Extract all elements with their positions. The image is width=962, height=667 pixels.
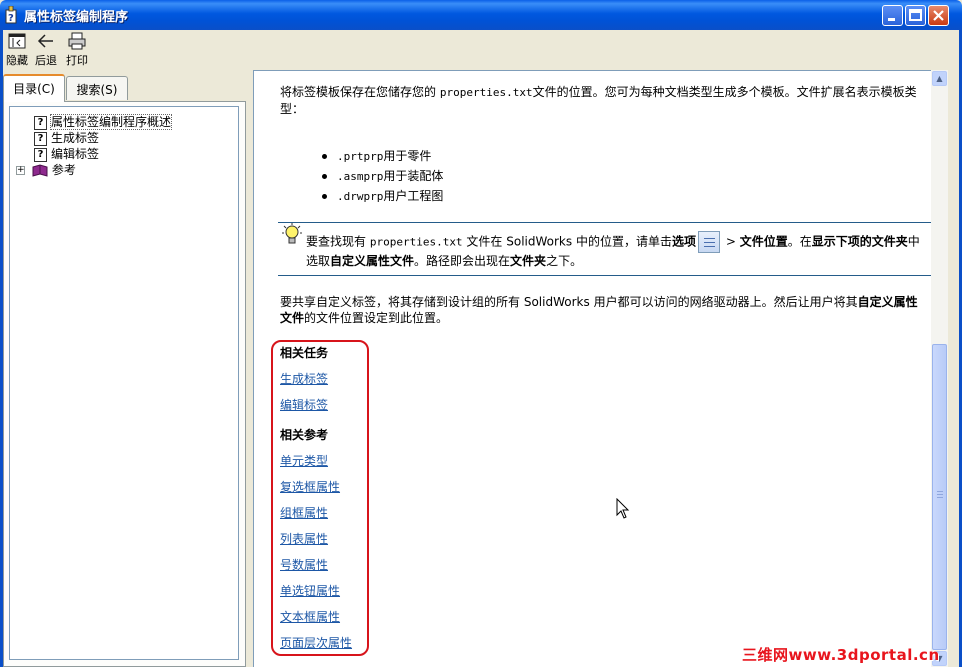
window-title: 属性标签编制程序 [24, 10, 129, 25]
help-page-icon: ? [34, 147, 47, 162]
hide-button[interactable]: 隐藏 [1, 32, 33, 68]
book-icon [32, 164, 48, 177]
tree-item-reference[interactable]: + 参考 [16, 162, 76, 178]
bullet-icon [322, 154, 327, 159]
tab-search-label: 搜索(S) [76, 83, 118, 97]
printer-icon [68, 32, 86, 50]
link-cell-type[interactable]: 单元类型 [280, 452, 328, 469]
link-create-tag[interactable]: 生成标签 [280, 370, 328, 387]
link-groupbox-props[interactable]: 组框属性 [280, 504, 328, 521]
tip-note: 要查找现有 properties.txt 文件在 SolidWorks 中的位置… [306, 231, 930, 269]
link-number-props[interactable]: 号数属性 [280, 556, 328, 573]
pane-splitter[interactable] [246, 70, 253, 667]
share-paragraph: 要共享自定义标签，将其存储到设计组的所有 SolidWorks 用户都可以访问的… [280, 295, 918, 325]
tree-panel: ? 属性标签编制程序概述 ? 生成标签 ? 编辑标签 + 参考 [3, 101, 246, 667]
mouse-cursor-icon [616, 498, 630, 519]
scroll-thumb[interactable] [932, 344, 947, 650]
contents-tree[interactable]: ? 属性标签编制程序概述 ? 生成标签 ? 编辑标签 + 参考 [9, 106, 239, 660]
help-page-icon: ? [34, 131, 47, 146]
close-icon [933, 10, 944, 21]
print-button[interactable]: 打印 [61, 32, 93, 68]
tree-item-label: 参考 [51, 163, 76, 177]
toolbar: 隐藏 后退 打印 [3, 30, 959, 70]
close-button[interactable] [928, 5, 949, 26]
link-checkbox-props[interactable]: 复选框属性 [280, 478, 340, 495]
maximize-button[interactable] [905, 5, 926, 26]
bullet-icon [322, 174, 327, 179]
list-item: .asmprp用于装配体 [322, 168, 443, 185]
tree-item-label: 编辑标签 [51, 147, 100, 161]
site-watermark: 三维网www.3dportal.cn [742, 646, 940, 664]
tree-item-create-tag[interactable]: ? 生成标签 [34, 130, 99, 146]
options-icon [697, 231, 720, 253]
help-app-icon: ? [5, 6, 17, 24]
link-radio-props[interactable]: 单选钮属性 [280, 582, 340, 599]
related-tasks-heading: 相关任务 [280, 346, 329, 360]
maximize-icon [909, 9, 922, 21]
related-refs-heading: 相关参考 [280, 428, 329, 442]
minimize-icon [888, 18, 895, 21]
tab-contents[interactable]: 目录(C) [3, 74, 65, 102]
link-edit-tag[interactable]: 编辑标签 [280, 396, 328, 413]
print-label: 打印 [66, 54, 88, 67]
properties-filename: properties.txt [439, 86, 533, 99]
hide-pane-icon [8, 33, 26, 49]
tree-item-overview[interactable]: ? 属性标签编制程序概述 [34, 114, 173, 130]
title-bar[interactable]: ? 属性标签编制程序 [0, 0, 962, 30]
note-divider-bottom [278, 275, 932, 276]
list-item: .drwprp用户工程图 [322, 188, 443, 205]
svg-text:?: ? [8, 13, 14, 24]
topic-content: 将标签模板保存在您储存您的 properties.txt文件的位置。您可为每种文… [253, 70, 932, 667]
back-arrow-icon [37, 34, 53, 48]
hide-label: 隐藏 [6, 54, 28, 67]
content-scrollbar[interactable]: ▲ ▼ [931, 70, 948, 667]
tab-search[interactable]: 搜索(S) [66, 76, 128, 100]
bullet-icon [322, 194, 327, 199]
back-label: 后退 [35, 54, 57, 67]
tree-item-label: 生成标签 [51, 131, 100, 145]
intro-paragraph: 将标签模板保存在您储存您的 properties.txt文件的位置。您可为每种文… [280, 85, 917, 116]
tree-item-edit-tag[interactable]: ? 编辑标签 [34, 146, 99, 162]
back-button[interactable]: 后退 [30, 32, 62, 68]
scroll-up-icon[interactable]: ▲ [932, 71, 947, 86]
expand-icon[interactable]: + [16, 166, 25, 175]
link-textbox-props[interactable]: 文本框属性 [280, 608, 340, 625]
list-item: .prtprp用于零件 [322, 148, 431, 165]
link-page-level-props[interactable]: 页面层次属性 [280, 634, 352, 651]
note-divider-top [278, 222, 932, 223]
link-list-props[interactable]: 列表属性 [280, 530, 328, 547]
navigation-pane: 目录(C) 搜索(S) ? 属性标签编制程序概述 ? 生成标签 ? 编辑标签 + 参考 [3, 70, 246, 667]
tab-contents-label: 目录(C) [13, 82, 55, 96]
tip-lightbulb-icon [282, 223, 302, 244]
tree-item-label: 属性标签编制程序概述 [49, 114, 173, 130]
minimize-button[interactable] [882, 5, 903, 26]
help-page-icon: ? [34, 115, 47, 130]
